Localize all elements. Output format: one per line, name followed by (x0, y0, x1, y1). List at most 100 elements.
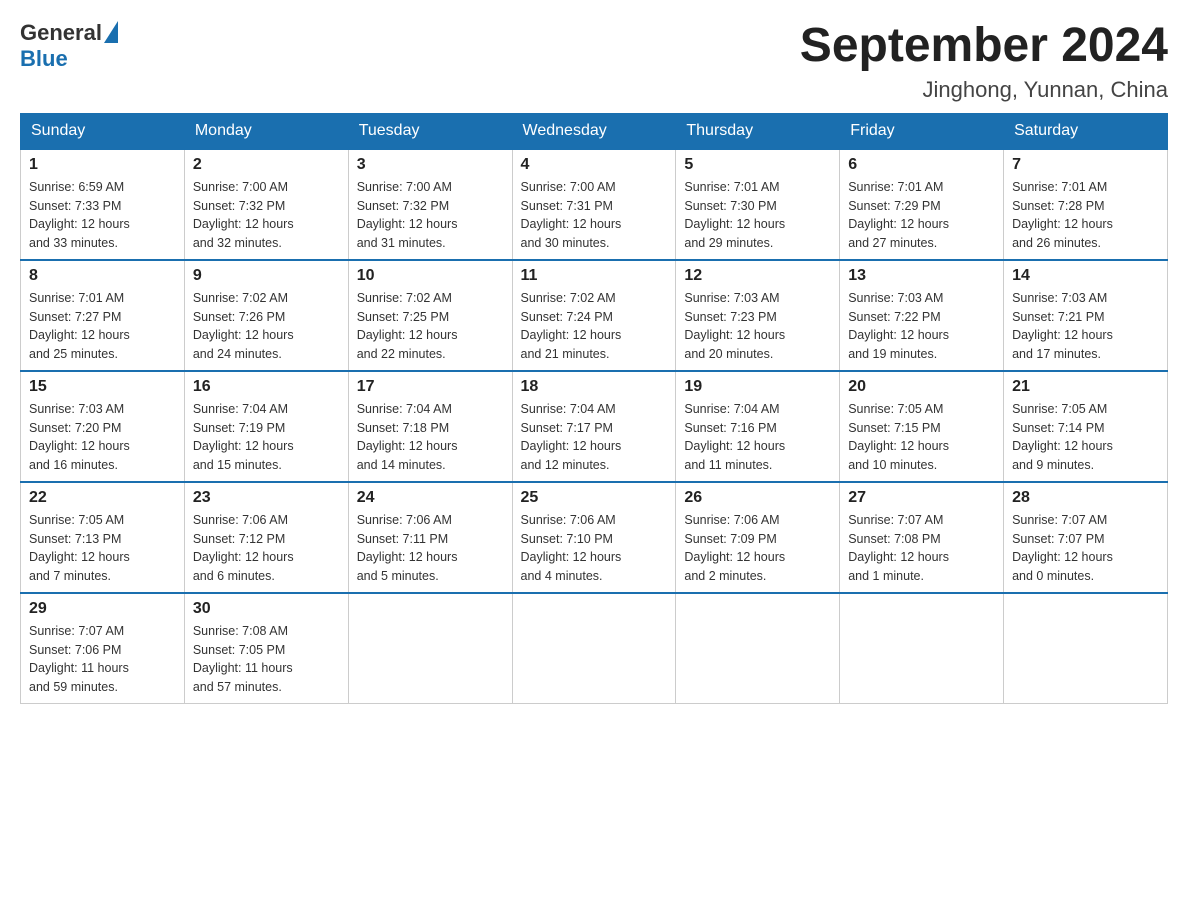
day-number: 6 (848, 156, 995, 174)
day-number: 7 (1012, 156, 1159, 174)
calendar-day-cell: 14 Sunrise: 7:03 AMSunset: 7:21 PMDaylig… (1004, 260, 1168, 371)
day-number: 25 (521, 489, 668, 507)
day-info: Sunrise: 7:03 AMSunset: 7:20 PMDaylight:… (29, 400, 176, 475)
day-info: Sunrise: 7:07 AMSunset: 7:08 PMDaylight:… (848, 511, 995, 586)
calendar-day-cell: 9 Sunrise: 7:02 AMSunset: 7:26 PMDayligh… (184, 260, 348, 371)
day-number: 4 (521, 156, 668, 174)
calendar-day-cell (676, 593, 840, 704)
calendar-week-row: 22 Sunrise: 7:05 AMSunset: 7:13 PMDaylig… (21, 482, 1168, 593)
day-info: Sunrise: 7:02 AMSunset: 7:25 PMDaylight:… (357, 289, 504, 364)
day-number: 11 (521, 267, 668, 285)
calendar-day-cell: 3 Sunrise: 7:00 AMSunset: 7:32 PMDayligh… (348, 149, 512, 260)
weekday-header: Saturday (1004, 113, 1168, 149)
day-number: 29 (29, 600, 176, 618)
day-info: Sunrise: 7:05 AMSunset: 7:13 PMDaylight:… (29, 511, 176, 586)
weekday-header: Thursday (676, 113, 840, 149)
calendar-week-row: 8 Sunrise: 7:01 AMSunset: 7:27 PMDayligh… (21, 260, 1168, 371)
day-number: 16 (193, 378, 340, 396)
weekday-header-row: SundayMondayTuesdayWednesdayThursdayFrid… (21, 113, 1168, 149)
day-number: 2 (193, 156, 340, 174)
calendar-day-cell: 5 Sunrise: 7:01 AMSunset: 7:30 PMDayligh… (676, 149, 840, 260)
weekday-header: Wednesday (512, 113, 676, 149)
day-info: Sunrise: 7:00 AMSunset: 7:31 PMDaylight:… (521, 178, 668, 253)
calendar-week-row: 15 Sunrise: 7:03 AMSunset: 7:20 PMDaylig… (21, 371, 1168, 482)
weekday-header: Friday (840, 113, 1004, 149)
day-number: 8 (29, 267, 176, 285)
day-number: 30 (193, 600, 340, 618)
weekday-header: Sunday (21, 113, 185, 149)
calendar-day-cell: 4 Sunrise: 7:00 AMSunset: 7:31 PMDayligh… (512, 149, 676, 260)
day-number: 17 (357, 378, 504, 396)
calendar-day-cell: 10 Sunrise: 7:02 AMSunset: 7:25 PMDaylig… (348, 260, 512, 371)
calendar-day-cell (840, 593, 1004, 704)
day-number: 22 (29, 489, 176, 507)
calendar-day-cell: 17 Sunrise: 7:04 AMSunset: 7:18 PMDaylig… (348, 371, 512, 482)
logo-text-general: General (20, 20, 102, 46)
day-number: 1 (29, 156, 176, 174)
weekday-header: Tuesday (348, 113, 512, 149)
day-info: Sunrise: 7:07 AMSunset: 7:06 PMDaylight:… (29, 622, 176, 697)
logo-text-blue: Blue (20, 46, 68, 72)
calendar-day-cell: 26 Sunrise: 7:06 AMSunset: 7:09 PMDaylig… (676, 482, 840, 593)
day-number: 9 (193, 267, 340, 285)
day-number: 18 (521, 378, 668, 396)
day-info: Sunrise: 7:01 AMSunset: 7:30 PMDaylight:… (684, 178, 831, 253)
day-info: Sunrise: 7:06 AMSunset: 7:11 PMDaylight:… (357, 511, 504, 586)
calendar-day-cell: 18 Sunrise: 7:04 AMSunset: 7:17 PMDaylig… (512, 371, 676, 482)
calendar-day-cell: 21 Sunrise: 7:05 AMSunset: 7:14 PMDaylig… (1004, 371, 1168, 482)
calendar-subtitle: Jinghong, Yunnan, China (800, 77, 1168, 103)
day-info: Sunrise: 7:03 AMSunset: 7:23 PMDaylight:… (684, 289, 831, 364)
day-info: Sunrise: 7:03 AMSunset: 7:22 PMDaylight:… (848, 289, 995, 364)
day-info: Sunrise: 7:02 AMSunset: 7:24 PMDaylight:… (521, 289, 668, 364)
calendar-day-cell: 12 Sunrise: 7:03 AMSunset: 7:23 PMDaylig… (676, 260, 840, 371)
day-number: 21 (1012, 378, 1159, 396)
calendar-day-cell: 11 Sunrise: 7:02 AMSunset: 7:24 PMDaylig… (512, 260, 676, 371)
calendar-day-cell: 22 Sunrise: 7:05 AMSunset: 7:13 PMDaylig… (21, 482, 185, 593)
calendar-day-cell: 25 Sunrise: 7:06 AMSunset: 7:10 PMDaylig… (512, 482, 676, 593)
calendar-day-cell: 7 Sunrise: 7:01 AMSunset: 7:28 PMDayligh… (1004, 149, 1168, 260)
calendar-day-cell: 16 Sunrise: 7:04 AMSunset: 7:19 PMDaylig… (184, 371, 348, 482)
calendar-day-cell: 2 Sunrise: 7:00 AMSunset: 7:32 PMDayligh… (184, 149, 348, 260)
calendar-week-row: 29 Sunrise: 7:07 AMSunset: 7:06 PMDaylig… (21, 593, 1168, 704)
logo: General Blue (20, 20, 118, 72)
day-info: Sunrise: 7:04 AMSunset: 7:16 PMDaylight:… (684, 400, 831, 475)
day-number: 10 (357, 267, 504, 285)
day-number: 14 (1012, 267, 1159, 285)
calendar-day-cell: 8 Sunrise: 7:01 AMSunset: 7:27 PMDayligh… (21, 260, 185, 371)
weekday-header: Monday (184, 113, 348, 149)
calendar-day-cell: 13 Sunrise: 7:03 AMSunset: 7:22 PMDaylig… (840, 260, 1004, 371)
day-info: Sunrise: 6:59 AMSunset: 7:33 PMDaylight:… (29, 178, 176, 253)
calendar-week-row: 1 Sunrise: 6:59 AMSunset: 7:33 PMDayligh… (21, 149, 1168, 260)
day-number: 27 (848, 489, 995, 507)
calendar-day-cell: 23 Sunrise: 7:06 AMSunset: 7:12 PMDaylig… (184, 482, 348, 593)
day-info: Sunrise: 7:06 AMSunset: 7:09 PMDaylight:… (684, 511, 831, 586)
page-header: General Blue September 2024 Jinghong, Yu… (20, 20, 1168, 103)
calendar-table: SundayMondayTuesdayWednesdayThursdayFrid… (20, 113, 1168, 704)
day-number: 24 (357, 489, 504, 507)
day-info: Sunrise: 7:08 AMSunset: 7:05 PMDaylight:… (193, 622, 340, 697)
day-info: Sunrise: 7:04 AMSunset: 7:19 PMDaylight:… (193, 400, 340, 475)
day-info: Sunrise: 7:01 AMSunset: 7:29 PMDaylight:… (848, 178, 995, 253)
day-number: 5 (684, 156, 831, 174)
day-info: Sunrise: 7:00 AMSunset: 7:32 PMDaylight:… (193, 178, 340, 253)
day-number: 23 (193, 489, 340, 507)
day-number: 15 (29, 378, 176, 396)
day-info: Sunrise: 7:01 AMSunset: 7:28 PMDaylight:… (1012, 178, 1159, 253)
day-info: Sunrise: 7:03 AMSunset: 7:21 PMDaylight:… (1012, 289, 1159, 364)
day-info: Sunrise: 7:05 AMSunset: 7:15 PMDaylight:… (848, 400, 995, 475)
day-info: Sunrise: 7:06 AMSunset: 7:10 PMDaylight:… (521, 511, 668, 586)
day-number: 20 (848, 378, 995, 396)
day-number: 12 (684, 267, 831, 285)
title-area: September 2024 Jinghong, Yunnan, China (800, 20, 1168, 103)
logo-triangle-icon (104, 21, 118, 43)
calendar-day-cell (512, 593, 676, 704)
day-info: Sunrise: 7:07 AMSunset: 7:07 PMDaylight:… (1012, 511, 1159, 586)
day-info: Sunrise: 7:06 AMSunset: 7:12 PMDaylight:… (193, 511, 340, 586)
calendar-title: September 2024 (800, 20, 1168, 73)
calendar-day-cell: 24 Sunrise: 7:06 AMSunset: 7:11 PMDaylig… (348, 482, 512, 593)
calendar-day-cell: 29 Sunrise: 7:07 AMSunset: 7:06 PMDaylig… (21, 593, 185, 704)
day-info: Sunrise: 7:01 AMSunset: 7:27 PMDaylight:… (29, 289, 176, 364)
calendar-day-cell: 27 Sunrise: 7:07 AMSunset: 7:08 PMDaylig… (840, 482, 1004, 593)
day-number: 19 (684, 378, 831, 396)
calendar-day-cell: 6 Sunrise: 7:01 AMSunset: 7:29 PMDayligh… (840, 149, 1004, 260)
